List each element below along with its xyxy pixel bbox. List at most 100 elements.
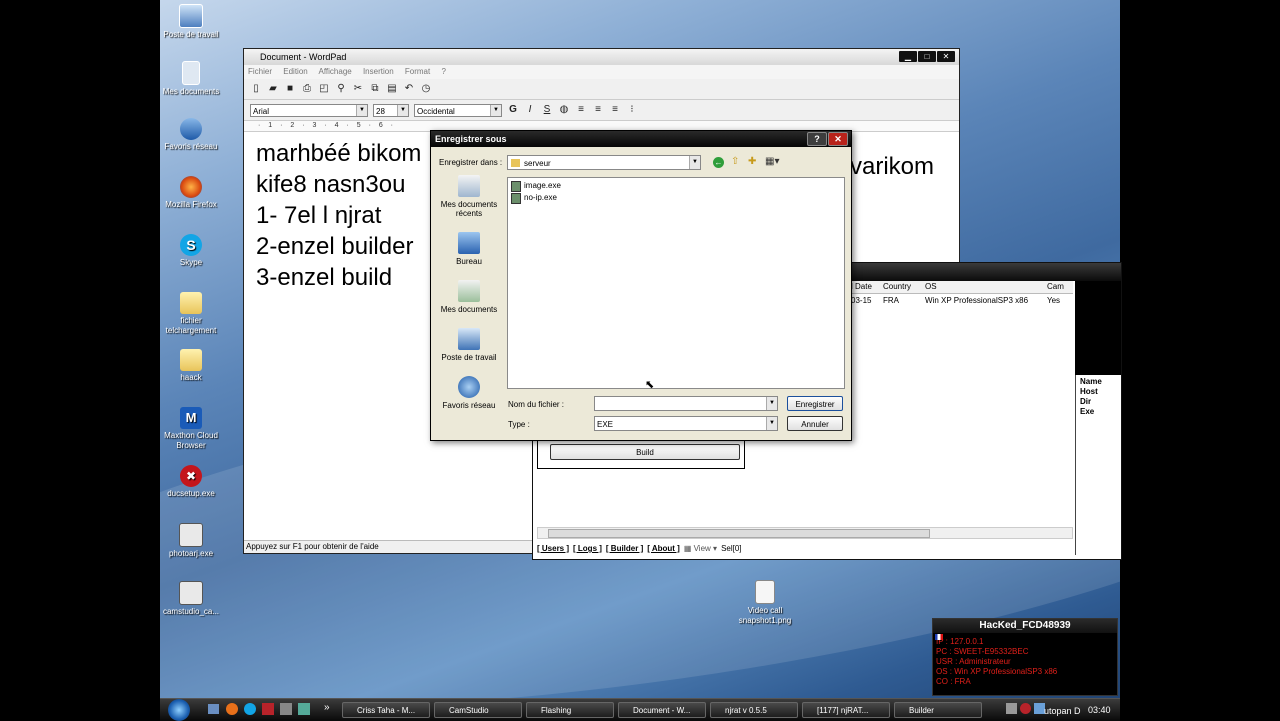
place-my-documents[interactable]: Mes documents <box>434 280 504 314</box>
tab-about[interactable]: [ About ] <box>647 543 680 555</box>
tray-icon[interactable] <box>1006 703 1017 714</box>
type-select[interactable]: EXE ▼ <box>594 416 778 431</box>
tray-icon[interactable] <box>1020 703 1031 714</box>
scrollbar-thumb[interactable] <box>548 529 930 538</box>
firefox-icon[interactable] <box>226 703 238 715</box>
col-cam[interactable]: Cam <box>1047 281 1064 293</box>
script-select[interactable]: Occidental ▼ <box>414 103 502 117</box>
new-folder-icon[interactable]: ✚ <box>748 156 756 167</box>
file-list[interactable]: image.exe no-ip.exe ⬉ <box>507 177 845 391</box>
desktop-icon-ducsetup[interactable]: ✖ ducsetup.exe <box>160 465 222 499</box>
menu-help[interactable]: ? <box>441 67 445 76</box>
desktop-icon-photoarj[interactable]: photoarj.exe <box>160 523 222 559</box>
task-builder[interactable]: Builder <box>894 702 982 718</box>
close-icon[interactable]: ✕ <box>937 51 955 62</box>
size-select[interactable]: 28 ▼ <box>373 103 409 117</box>
place-recent[interactable]: Mes documents récents <box>434 175 504 218</box>
view-menu-icon[interactable]: ▦▾ <box>765 156 779 167</box>
field-exe: Exe <box>1080 407 1095 416</box>
menu-format[interactable]: Format <box>405 67 430 76</box>
paste-icon[interactable]: ▤ <box>386 83 398 95</box>
desktop-icon-my-computer[interactable]: Poste de travail <box>160 4 222 40</box>
color-icon[interactable]: ◍ <box>558 104 570 116</box>
desktop-icon-haack[interactable]: haack <box>160 349 222 383</box>
new-icon[interactable]: ▯ <box>250 83 262 95</box>
cut-icon[interactable]: ✂ <box>352 83 364 95</box>
task-camstudio[interactable]: CamStudio <box>434 702 522 718</box>
close-icon[interactable]: ✕ <box>828 132 848 146</box>
place-my-computer[interactable]: Poste de travail <box>434 328 504 362</box>
app-icon[interactable] <box>262 703 274 715</box>
save-in-select[interactable]: serveur ▼ <box>507 155 701 170</box>
build-button[interactable]: Build <box>550 444 740 460</box>
tab-builder[interactable]: [ Builder ] <box>606 543 643 555</box>
menu-edition[interactable]: Edition <box>283 67 307 76</box>
skype-icon[interactable] <box>244 703 256 715</box>
size-value: 28 <box>376 106 385 116</box>
col-date[interactable]: l Date <box>851 281 872 293</box>
type-label: Type : <box>508 420 530 429</box>
desktop-icon-network[interactable]: Favoris réseau <box>160 118 222 152</box>
cancel-button[interactable]: Annuler <box>787 416 843 431</box>
app-icon[interactable] <box>298 703 310 715</box>
desktop-icon-maxthon[interactable]: M Maxthon Cloud Browser <box>160 407 222 451</box>
bullets-icon[interactable]: ⁝ <box>626 104 638 116</box>
italic-icon[interactable]: I <box>524 104 536 116</box>
open-icon[interactable]: ▰ <box>267 83 279 95</box>
tab-users[interactable]: [ Users ] <box>537 543 569 555</box>
col-os[interactable]: OS <box>925 281 937 293</box>
list-item[interactable]: no-ip.exe <box>508 192 844 204</box>
save-button[interactable]: Enregistrer <box>787 396 843 411</box>
font-select[interactable]: Arial ▼ <box>250 103 368 117</box>
task-criss-taha[interactable]: Criss Taha - M... <box>342 702 430 718</box>
underline-icon[interactable]: S <box>541 104 553 116</box>
view-menu[interactable]: ▦ View ▾ <box>684 543 717 555</box>
save-as-dialog: Enregistrer sous ? ✕ Enregistrer dans : … <box>430 130 852 441</box>
chevron-right-icon[interactable]: » <box>324 702 330 713</box>
clock[interactable]: 03:40 <box>1088 705 1111 715</box>
undo-icon[interactable]: ↶ <box>403 83 415 95</box>
copy-icon[interactable]: ⧉ <box>369 83 381 95</box>
show-desktop-icon[interactable] <box>208 704 219 714</box>
horizontal-scrollbar[interactable] <box>537 527 1073 539</box>
task-wordpad[interactable]: Document - W... <box>618 702 706 718</box>
app-icon[interactable] <box>280 703 292 715</box>
menu-fichier[interactable]: Fichier <box>248 67 272 76</box>
desktop-icon-my-documents[interactable]: Mes documents <box>160 61 222 97</box>
desktop-file-png[interactable]: Video call snapshot1.png <box>730 580 800 626</box>
list-item[interactable]: image.exe <box>508 180 844 192</box>
place-desktop[interactable]: Bureau <box>434 232 504 266</box>
dialog-titlebar[interactable]: Enregistrer sous ? ✕ <box>431 131 851 147</box>
align-left-icon[interactable]: ≡ <box>575 104 587 116</box>
filename-input[interactable]: ▼ <box>594 396 778 411</box>
task-njrat-clients[interactable]: [1177] njRAT... <box>802 702 890 718</box>
print-icon[interactable]: ⎙ <box>301 83 313 95</box>
document-line-right: varikom <box>850 153 935 180</box>
up-folder-icon[interactable]: ⇧ <box>731 156 739 167</box>
desktop-icon-camstudio[interactable]: camstudio_ca... <box>160 581 222 617</box>
cell-date: 03-15 <box>851 296 872 305</box>
task-njrat[interactable]: njrat v 0.5.5 <box>710 702 798 718</box>
save-icon[interactable]: ■ <box>284 83 296 95</box>
find-icon[interactable]: ⚲ <box>335 83 347 95</box>
col-country[interactable]: Country <box>883 281 911 293</box>
desktop-icon-skype[interactable]: S Skype <box>160 234 222 268</box>
desktop-icon-firefox[interactable]: Mozilla Firefox <box>160 176 222 210</box>
back-icon[interactable]: ← <box>713 157 724 168</box>
maximize-icon[interactable]: □ <box>918 51 936 62</box>
place-network[interactable]: Favoris réseau <box>434 376 504 410</box>
help-icon[interactable]: ? <box>807 132 827 146</box>
preview-icon[interactable]: ◰ <box>318 83 330 95</box>
start-button[interactable] <box>168 699 190 721</box>
tab-logs[interactable]: [ Logs ] <box>573 543 602 555</box>
bold-icon[interactable]: G <box>507 104 519 116</box>
task-flashing[interactable]: Flashing <box>526 702 614 718</box>
menu-insertion[interactable]: Insertion <box>363 67 394 76</box>
wordpad-titlebar[interactable]: Document - WordPad ▁ □ ✕ <box>244 49 959 65</box>
datetime-icon[interactable]: ◷ <box>420 83 432 95</box>
menu-affichage[interactable]: Affichage <box>319 67 352 76</box>
align-right-icon[interactable]: ≡ <box>609 104 621 116</box>
desktop-icon-fichier[interactable]: fichier telchargement <box>160 292 222 336</box>
minimize-icon[interactable]: ▁ <box>899 51 917 62</box>
align-center-icon[interactable]: ≡ <box>592 104 604 116</box>
